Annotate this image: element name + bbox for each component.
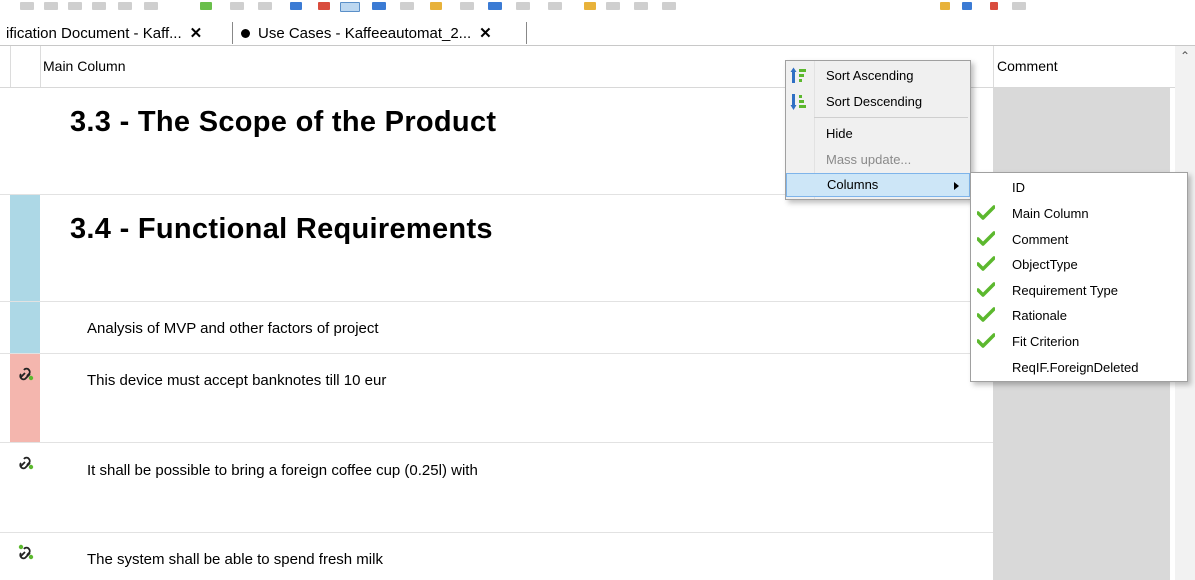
toolbar-button-icon[interactable]: [92, 2, 106, 10]
checkmark-icon: [977, 282, 995, 297]
toolbar-button-icon[interactable]: [606, 2, 620, 10]
table-row[interactable]: 3.4 - Functional Requirements: [0, 195, 993, 302]
row-text: Analysis of MVP and other factors of pro…: [87, 320, 379, 337]
toolbar-button-icon[interactable]: [144, 2, 158, 10]
toolbar-button-icon[interactable]: [962, 2, 972, 10]
checkmark-icon: [977, 205, 995, 220]
column-toggle-label: Rationale: [1012, 308, 1067, 323]
checkmark-icon: [977, 307, 995, 322]
table-row[interactable]: The system shall be able to spend fresh …: [0, 533, 993, 580]
heading-text: 3.4 - Functional Requirements: [70, 213, 493, 245]
toolbar-button-icon[interactable]: [318, 2, 330, 10]
sort-ascending-icon: [790, 67, 806, 83]
toolbar-button-icon[interactable]: [44, 2, 58, 10]
toolbar-button-icon[interactable]: [430, 2, 442, 10]
toolbar-button-icon[interactable]: [488, 2, 502, 10]
column-context-menu: Sort Ascending Sort Descending Hide Mass…: [785, 60, 971, 200]
column-toggle-rationale[interactable]: Rationale: [971, 302, 1187, 328]
tab-specification-document[interactable]: ification Document - Kaff... ✕: [6, 21, 202, 45]
column-toggle-object-type[interactable]: ObjectType: [971, 251, 1187, 277]
column-toggle-label: ObjectType: [1012, 257, 1078, 272]
toolbar-button-icon[interactable]: [200, 2, 212, 10]
toolbar-button-icon[interactable]: [662, 2, 676, 10]
toolbar-button-icon[interactable]: [460, 2, 474, 10]
column-divider: [40, 46, 41, 87]
column-toggle-main-column[interactable]: Main Column: [971, 200, 1187, 226]
toolbar-button-icon[interactable]: [990, 2, 998, 10]
close-icon[interactable]: ✕: [479, 24, 492, 42]
toolbar-button-icon[interactable]: [516, 2, 530, 10]
toolbar-button-icon[interactable]: [258, 2, 272, 10]
column-toggle-label: Comment: [1012, 232, 1069, 247]
menu-item-label: Columns: [827, 177, 879, 192]
submenu-arrow-icon: [954, 182, 959, 190]
menu-item-sort-ascending[interactable]: Sort Ascending: [786, 64, 970, 88]
close-icon[interactable]: ✕: [190, 24, 203, 42]
column-toggle-id[interactable]: ID: [971, 174, 1187, 200]
unsaved-indicator-icon: [241, 28, 250, 38]
toolbar-button-icon[interactable]: [940, 2, 950, 10]
row-text: It shall be possible to bring a foreign …: [87, 462, 478, 479]
columns-submenu: ID Main Column Comment ObjectType Requir…: [970, 172, 1188, 382]
table-row[interactable]: Analysis of MVP and other factors of pro…: [0, 302, 993, 354]
editor-tab-bar: ification Document - Kaff... ✕ Use Cases…: [0, 18, 1195, 46]
tab-label: Use Cases - Kaffeeautomat_2...: [258, 24, 472, 42]
menu-item-label: Sort Ascending: [826, 68, 914, 83]
toolbar-button-icon[interactable]: [230, 2, 244, 10]
column-toggle-reqif-foreign-deleted[interactable]: ReqIF.ForeignDeleted: [971, 354, 1187, 380]
toolbar-button-icon[interactable]: [20, 2, 34, 10]
column-header-comment[interactable]: Comment: [997, 46, 1058, 87]
menu-item-label: Sort Descending: [826, 94, 923, 109]
tab-divider: [232, 22, 233, 44]
toolbar-button-icon[interactable]: [548, 2, 562, 10]
tab-label: ification Document - Kaff...: [6, 24, 182, 42]
row-type-marker: [10, 195, 40, 301]
column-toggle-requirement-type[interactable]: Requirement Type: [971, 277, 1187, 303]
column-toggle-label: Requirement Type: [1012, 283, 1118, 298]
column-toggle-comment[interactable]: Comment: [971, 226, 1187, 252]
table-row[interactable]: This device must accept banknotes till 1…: [0, 354, 993, 443]
menu-item-label: Hide: [826, 126, 853, 141]
tab-use-cases[interactable]: Use Cases - Kaffeeautomat_2... ✕: [241, 21, 492, 45]
menu-item-columns[interactable]: Columns: [786, 173, 970, 197]
checkmark-icon: [977, 256, 995, 271]
toolbar-button-icon[interactable]: [68, 2, 82, 10]
toolbar-button-icon[interactable]: [1012, 2, 1026, 10]
tab-divider: [526, 22, 527, 44]
column-toggle-fit-criterion[interactable]: Fit Criterion: [971, 328, 1187, 354]
row-text: The system shall be able to spend fresh …: [87, 551, 383, 568]
toolbar-button-icon[interactable]: [372, 2, 386, 10]
checkmark-icon: [977, 231, 995, 246]
menu-item-label: Mass update...: [826, 152, 912, 167]
table-header: Main Column Comment: [0, 46, 1175, 88]
column-header-main[interactable]: Main Column: [43, 46, 125, 87]
column-toggle-label: ID: [1012, 180, 1025, 195]
checkmark-icon: [977, 333, 995, 348]
toolbar: [0, 0, 1195, 18]
sort-descending-icon: [790, 94, 806, 110]
column-toggle-label: ReqIF.ForeignDeleted: [1012, 360, 1139, 375]
table-row[interactable]: It shall be possible to bring a foreign …: [0, 443, 993, 533]
column-toggle-label: Main Column: [1012, 206, 1089, 221]
link-icon[interactable]: [16, 543, 36, 563]
menu-separator: [814, 117, 968, 118]
toolbar-button-icon[interactable]: [340, 2, 360, 12]
link-icon[interactable]: [16, 364, 36, 384]
scroll-up-icon[interactable]: ⌃: [1175, 46, 1195, 66]
link-icon[interactable]: [16, 453, 36, 473]
row-type-marker: [10, 302, 40, 353]
menu-item-mass-update: Mass update...: [786, 148, 970, 172]
menu-item-hide[interactable]: Hide: [786, 122, 970, 146]
toolbar-button-icon[interactable]: [634, 2, 648, 10]
column-toggle-label: Fit Criterion: [1012, 334, 1080, 349]
toolbar-button-icon[interactable]: [584, 2, 596, 10]
menu-item-sort-descending[interactable]: Sort Descending: [786, 90, 970, 114]
heading-text: 3.3 - The Scope of the Product: [70, 106, 497, 138]
toolbar-button-icon[interactable]: [290, 2, 302, 10]
column-divider: [993, 46, 994, 87]
row-text: This device must accept banknotes till 1…: [87, 372, 387, 389]
toolbar-button-icon[interactable]: [400, 2, 414, 10]
column-divider: [10, 46, 11, 87]
toolbar-button-icon[interactable]: [118, 2, 132, 10]
